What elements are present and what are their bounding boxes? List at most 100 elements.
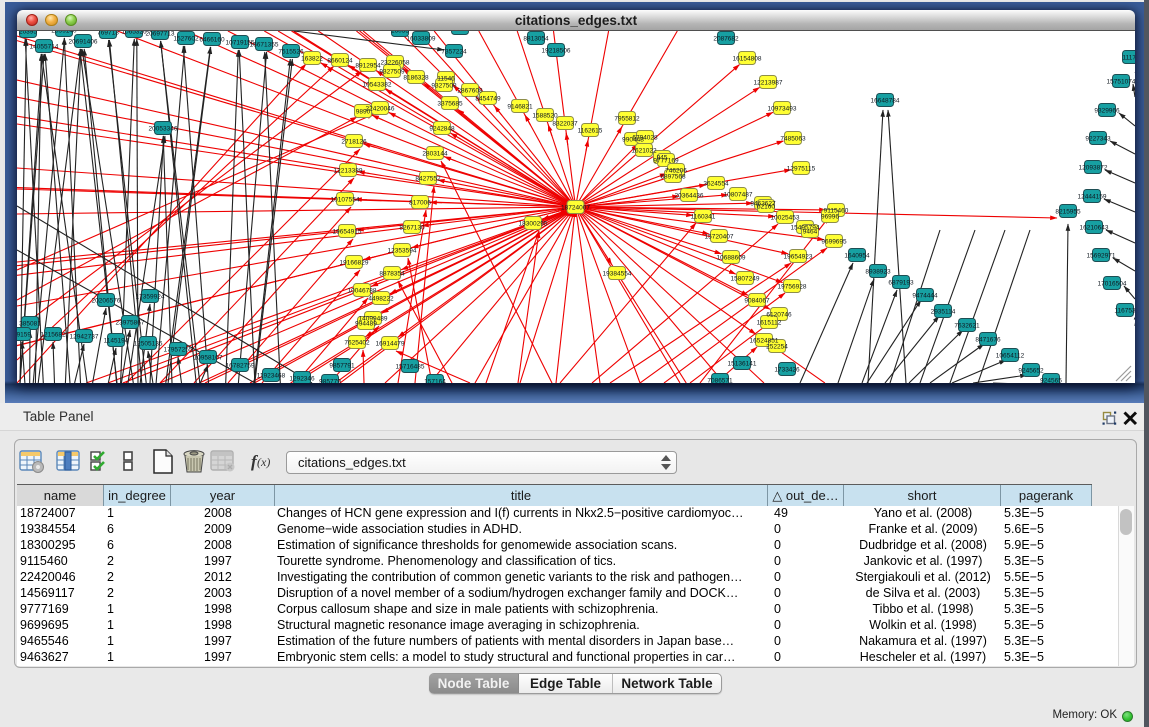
svg-text:1621022: 1621022 xyxy=(631,147,657,154)
svg-text:1215682: 1215682 xyxy=(40,331,66,338)
svg-text:15807249: 15807249 xyxy=(731,275,760,282)
svg-text:8878354: 8878354 xyxy=(379,270,405,277)
svg-text:14055714: 14055714 xyxy=(30,43,59,50)
svg-text:16671355: 16671355 xyxy=(250,41,279,48)
svg-text:16914479: 16914479 xyxy=(376,340,405,347)
svg-text:12942737: 12942737 xyxy=(70,333,99,340)
svg-text:16648784: 16648784 xyxy=(871,97,900,104)
svg-text:15692971: 15692971 xyxy=(1087,252,1116,259)
svg-text:2099140: 2099140 xyxy=(51,31,77,34)
svg-text:17359924: 17359924 xyxy=(136,293,165,300)
svg-text:8660124: 8660124 xyxy=(327,57,353,64)
svg-text:1615112: 1615112 xyxy=(757,319,782,326)
svg-text:8215955: 8215955 xyxy=(1055,208,1081,215)
svg-text:6897568: 6897568 xyxy=(660,173,686,180)
svg-text:6794028: 6794028 xyxy=(632,134,658,141)
svg-text:9890: 9890 xyxy=(356,108,371,115)
svg-text:994489: 994489 xyxy=(355,320,377,327)
svg-text:10543382: 10543382 xyxy=(363,81,392,88)
svg-text:19384554: 19384554 xyxy=(603,270,632,277)
svg-text:7485063: 7485063 xyxy=(780,135,806,142)
svg-text:8186328: 8186328 xyxy=(403,74,429,81)
svg-text:11175: 11175 xyxy=(1122,54,1135,61)
svg-text:252254: 252254 xyxy=(766,343,788,350)
svg-text:10688609: 10688609 xyxy=(717,254,746,261)
svg-text:10046788: 10046788 xyxy=(348,287,377,294)
svg-text:8471676: 8471676 xyxy=(975,336,1001,343)
svg-text:2803144: 2803144 xyxy=(422,150,448,157)
svg-text:16033: 16033 xyxy=(391,31,409,34)
svg-text:7955812: 7955812 xyxy=(614,115,640,122)
svg-text:9327509: 9327509 xyxy=(379,68,405,75)
svg-text:12505135: 12505135 xyxy=(134,340,163,347)
svg-text:8322037: 8322037 xyxy=(552,120,578,127)
svg-text:12444159: 12444159 xyxy=(1078,193,1107,200)
svg-text:17957255: 17957255 xyxy=(164,346,193,353)
svg-text:8454749: 8454749 xyxy=(475,95,501,102)
svg-text:8813054: 8813054 xyxy=(523,35,549,42)
svg-text:1145194: 1145194 xyxy=(104,337,129,344)
svg-text:2935114: 2935114 xyxy=(931,308,956,315)
svg-text:19218506: 19218506 xyxy=(542,47,571,54)
svg-text:19654915: 19654915 xyxy=(333,228,362,235)
svg-text:8267130: 8267130 xyxy=(399,224,425,231)
svg-text:20053346: 20053346 xyxy=(149,125,178,132)
svg-text:163822: 163822 xyxy=(301,55,323,62)
svg-text:19166829: 19166829 xyxy=(340,259,369,266)
svg-text:12353594: 12353594 xyxy=(388,247,417,254)
svg-text:6466160: 6466160 xyxy=(199,36,225,43)
svg-text:20206576: 20206576 xyxy=(92,297,121,304)
svg-text:817006: 817006 xyxy=(409,199,431,206)
svg-text:8912954: 8912954 xyxy=(355,62,381,69)
svg-text:23226058: 23226058 xyxy=(381,59,410,66)
svg-text:7515526: 7515526 xyxy=(278,48,304,55)
svg-text:9146821: 9146821 xyxy=(507,103,533,110)
svg-text:96996: 96996 xyxy=(821,213,839,220)
svg-text:7357224: 7357224 xyxy=(441,48,467,55)
svg-text:1527602: 1527602 xyxy=(173,35,199,42)
svg-text:18300295: 18300295 xyxy=(519,220,548,227)
svg-text:20395: 20395 xyxy=(19,31,37,35)
svg-text:12093872: 12093872 xyxy=(1079,164,1108,171)
svg-text:1162615: 1162615 xyxy=(578,127,603,134)
svg-text:20697713: 20697713 xyxy=(146,31,175,37)
svg-text:16782759: 16782759 xyxy=(226,362,255,369)
svg-text:9242848: 9242848 xyxy=(429,125,455,132)
svg-text:3624554: 3624554 xyxy=(703,180,729,187)
svg-text:769713: 769713 xyxy=(97,31,119,36)
svg-text:12975115: 12975115 xyxy=(787,165,816,172)
svg-text:23975867: 23975867 xyxy=(116,319,145,326)
svg-text:1160341: 1160341 xyxy=(691,213,716,220)
svg-text:10958107: 10958107 xyxy=(194,354,223,361)
svg-text:10973493: 10973493 xyxy=(768,105,797,112)
svg-text:(x): (x) xyxy=(257,455,270,469)
svg-text:19654923: 19654923 xyxy=(784,253,813,260)
svg-text:9084067: 9084067 xyxy=(744,297,770,304)
svg-text:10025453: 10025453 xyxy=(771,214,800,221)
svg-text:9329966: 9329966 xyxy=(1094,107,1120,114)
svg-text:39159: 39159 xyxy=(17,331,31,338)
svg-text:116753: 116753 xyxy=(1114,307,1135,314)
svg-text:881305: 881305 xyxy=(449,31,471,32)
svg-text:18724007: 18724007 xyxy=(561,204,590,211)
svg-text:9464: 9464 xyxy=(803,228,818,235)
svg-text:3375685: 3375685 xyxy=(437,100,463,107)
svg-text:6879193: 6879193 xyxy=(888,279,914,286)
svg-text:10807487: 10807487 xyxy=(724,191,753,198)
svg-text:9327508: 9327508 xyxy=(431,82,457,89)
svg-text:7632621: 7632621 xyxy=(954,322,980,329)
svg-text:8938923: 8938923 xyxy=(865,268,891,275)
svg-text:9245652: 9245652 xyxy=(1018,367,1044,374)
svg-text:2087682: 2087682 xyxy=(713,35,739,42)
svg-text:12213389: 12213389 xyxy=(334,167,363,174)
svg-text:1588520: 1588520 xyxy=(532,112,558,119)
svg-text:6120746: 6120746 xyxy=(766,311,792,318)
svg-text:1640954: 1640954 xyxy=(844,252,870,259)
svg-text:7086571: 7086571 xyxy=(707,377,733,383)
svg-text:385081: 385081 xyxy=(19,320,41,327)
svg-text:1733426: 1733426 xyxy=(774,366,800,373)
svg-text:9777169: 9777169 xyxy=(653,157,679,164)
svg-text:16154808: 16154808 xyxy=(733,55,762,62)
svg-text:2867608: 2867608 xyxy=(457,87,483,94)
svg-text:62160: 62160 xyxy=(757,203,775,210)
